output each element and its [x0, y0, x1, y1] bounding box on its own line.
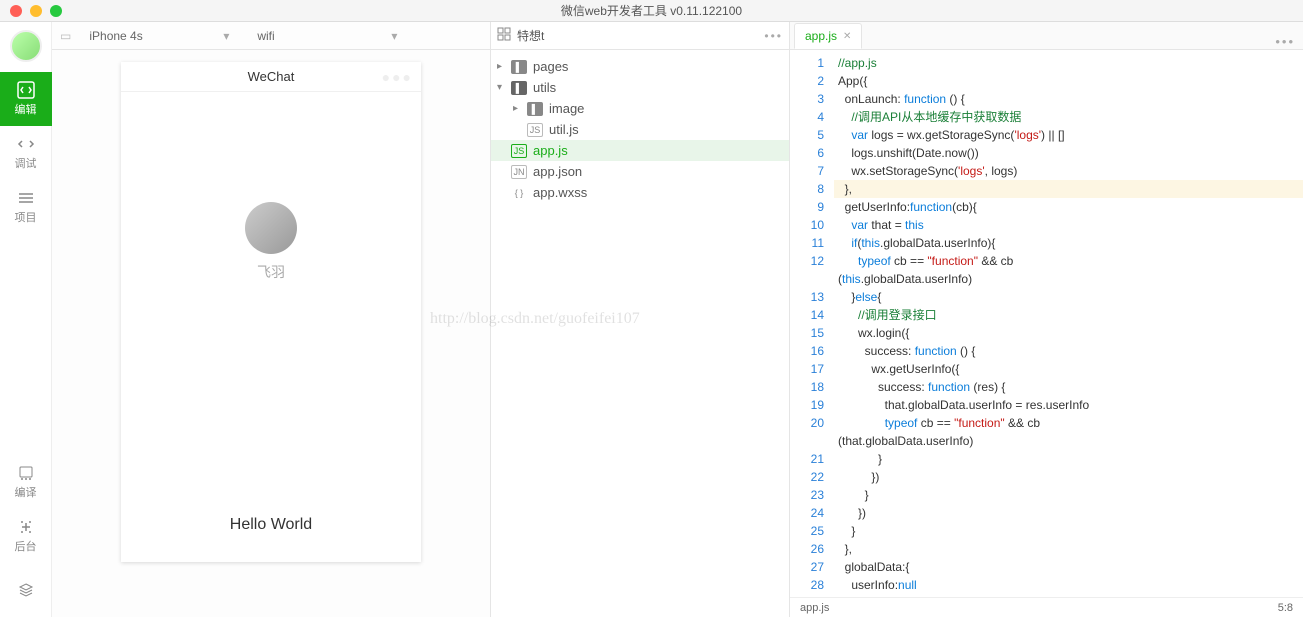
- tree-item-app-json[interactable]: JN app.json: [491, 161, 789, 182]
- tree-item-pages[interactable]: ▸▌pages: [491, 56, 789, 77]
- phone-icon: ▭: [60, 29, 71, 43]
- sidebar: 编辑 调试 项目 编译 后台: [0, 22, 52, 617]
- status-bar: app.js 5:8: [790, 597, 1303, 617]
- tree-item-label: app.json: [533, 164, 582, 179]
- network-dropdown[interactable]: wifi: [247, 27, 407, 45]
- status-file: app.js: [800, 602, 829, 614]
- user-avatar[interactable]: [10, 30, 42, 62]
- editor-tab[interactable]: app.js ✕: [794, 23, 862, 49]
- sidebar-item-edit[interactable]: 编辑: [0, 72, 52, 126]
- more-icon[interactable]: ●●●: [382, 69, 413, 85]
- sim-avatar: [245, 202, 297, 254]
- wxss-icon: { }: [511, 186, 527, 200]
- project-icon: [17, 189, 35, 207]
- app-title: WeChat: [248, 69, 295, 84]
- file-tree-panel: 特想t ••• ▸▌pages▾▌utils▸▌imageJSutil.jsJS…: [490, 22, 790, 617]
- tree-icon[interactable]: [497, 27, 511, 44]
- tree-item-utils[interactable]: ▾▌utils: [491, 77, 789, 98]
- sidebar-item-compile[interactable]: 编译: [0, 455, 52, 509]
- sidebar-item-label: 编辑: [15, 101, 37, 117]
- tab-label: app.js: [805, 29, 837, 43]
- folder-icon: ▌: [511, 60, 527, 74]
- device-dropdown[interactable]: iPhone 4s: [79, 27, 239, 45]
- tree-item-app-wxss[interactable]: { } app.wxss: [491, 182, 789, 203]
- tree-item-label: image: [549, 101, 584, 116]
- sidebar-item-label: 调试: [15, 155, 37, 171]
- sidebar-item-debug[interactable]: 调试: [0, 126, 52, 180]
- debug-icon: [17, 135, 35, 153]
- window-title: 微信web开发者工具 v0.11.122100: [0, 2, 1303, 19]
- maximize-icon[interactable]: [50, 5, 62, 17]
- tree-item-label: pages: [533, 59, 568, 74]
- sidebar-item-background[interactable]: 后台: [0, 509, 52, 563]
- sidebar-item-label: 编译: [15, 484, 37, 500]
- tree-item-image[interactable]: ▸▌image: [491, 98, 789, 119]
- close-icon[interactable]: ✕: [843, 31, 851, 42]
- json-icon: JN: [511, 165, 527, 179]
- tree-item-app-js[interactable]: JS app.js: [491, 140, 789, 161]
- folder-icon: ▌: [527, 102, 543, 116]
- more-icon[interactable]: •••: [1275, 34, 1295, 49]
- sidebar-item-project[interactable]: 项目: [0, 180, 52, 234]
- js-icon: JS: [527, 123, 543, 137]
- sidebar-item-layers[interactable]: [0, 563, 52, 617]
- layers-icon: [17, 581, 35, 599]
- sim-username: 飞羽: [257, 262, 285, 282]
- tree-item-label: app.wxss: [533, 185, 587, 200]
- tree-item-label: app.js: [533, 143, 568, 158]
- code-editor[interactable]: 1234567891011121314151617181920212223242…: [790, 50, 1303, 597]
- compile-icon: [17, 464, 35, 482]
- titlebar: 微信web开发者工具 v0.11.122100: [0, 0, 1303, 22]
- code-icon: [17, 81, 35, 99]
- tree-label: 特想t: [517, 27, 544, 44]
- minimize-icon[interactable]: [30, 5, 42, 17]
- cursor-pos: 5:8: [1278, 602, 1293, 614]
- js-icon: JS: [511, 144, 527, 158]
- more-icon[interactable]: •••: [764, 29, 783, 43]
- folder-open-icon: ▌: [511, 81, 527, 95]
- editor-panel: app.js ✕ ••• 123456789101112131415161718…: [790, 22, 1303, 617]
- tree-item-util-js[interactable]: JS util.js: [491, 119, 789, 140]
- sidebar-item-label: 项目: [15, 209, 37, 225]
- tree-item-label: utils: [533, 80, 556, 95]
- hello-text: Hello World: [230, 516, 312, 534]
- simulator-frame[interactable]: WeChat ●●● 飞羽 Hello World: [121, 62, 421, 562]
- sidebar-item-label: 后台: [15, 538, 37, 554]
- close-icon[interactable]: [10, 5, 22, 17]
- tree-item-label: util.js: [549, 122, 579, 137]
- background-icon: [17, 518, 35, 536]
- simulator-panel: ▭ iPhone 4s wifi WeChat ●●● 飞羽 Hello W: [52, 22, 490, 617]
